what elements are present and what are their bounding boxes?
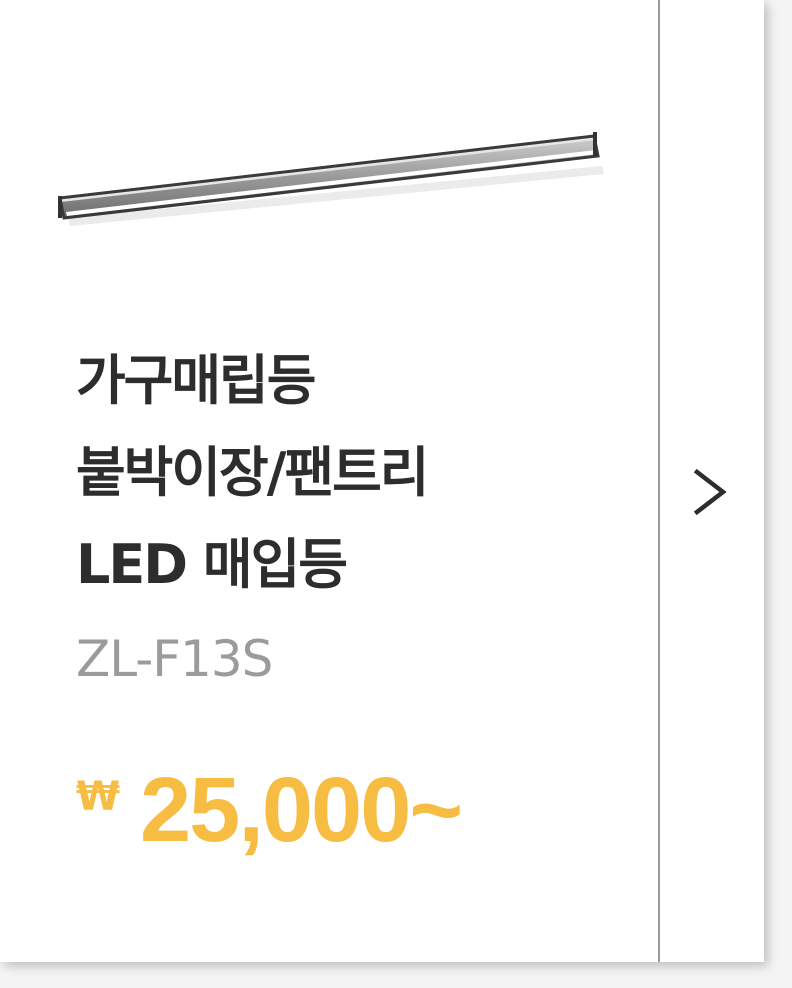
stage: 가구매립등 붙박이장/팬트리 LED 매입등 ZL-F13S ₩ 25,000~	[0, 0, 792, 988]
divider	[658, 0, 660, 962]
model-number: ZL-F13S	[76, 630, 273, 688]
product-card[interactable]: 가구매립등 붙박이장/팬트리 LED 매입등 ZL-F13S ₩ 25,000~	[0, 0, 764, 962]
next-button[interactable]	[682, 460, 738, 524]
product-title: 가구매립등 붙박이장/팬트리 LED 매입등	[76, 335, 429, 611]
currency-symbol: ₩	[76, 774, 121, 820]
price-amount: 25,000~	[140, 759, 463, 861]
chevron-right-icon	[693, 468, 727, 516]
title-line-1: 가구매립등	[76, 349, 316, 412]
title-line-3: LED 매입등	[76, 533, 348, 596]
title-line-2: 붙박이장/팬트리	[76, 441, 429, 504]
product-image	[58, 132, 604, 226]
